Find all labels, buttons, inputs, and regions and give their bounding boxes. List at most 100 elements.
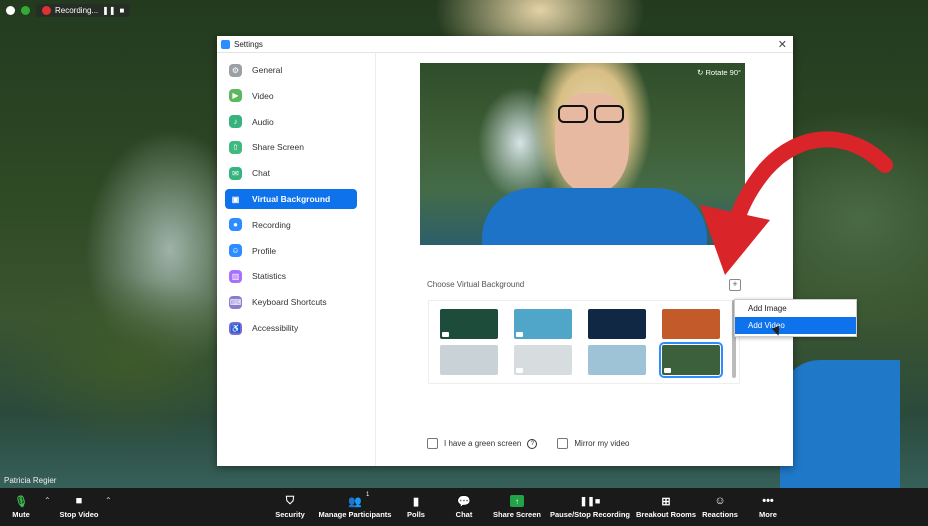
sidebar-item-label: Chat [252,168,270,179]
sidebar-item-audio[interactable]: ♪ Audio [225,112,357,132]
virtual-background-icon: ▣ [231,194,240,204]
sidebar-item-label: Share Screen [252,142,304,153]
mirror-video-checkbox[interactable] [557,438,569,449]
breakout-rooms-label: Breakout Rooms [636,510,697,519]
video-icon: ▶ [229,89,242,103]
microphone-icon: 🎙 [14,495,28,508]
keyboard-icon: ⌨ [229,295,242,309]
background-thumbnail-city-skyline[interactable] [588,345,646,375]
sidebar-item-label: Profile [252,245,277,256]
breakout-rooms-button[interactable]: ⊞ Breakout Rooms [636,488,696,526]
green-screen-label: I have a green screen [444,439,522,448]
participant-name: Patricia Regier [4,476,57,485]
manage-participants-label: Manage Participants [318,510,392,519]
background-thumbnail-beach[interactable] [514,309,572,339]
sidebar-item-keyboard-shortcuts[interactable]: ⌨ Keyboard Shortcuts [225,292,357,312]
help-icon[interactable]: ? [527,438,538,449]
pause-icon[interactable]: ❚❚ [102,6,115,15]
video-camera-icon [516,332,523,337]
recording-indicator: Recording... ❚❚ ■ [36,3,131,17]
polls-icon: ▮ [412,495,420,508]
red-arrow-annotation [700,131,893,275]
reactions-label: Reactions [702,510,738,519]
settings-titlebar: Settings [217,36,793,53]
stop-video-label: Stop Video [59,510,99,519]
sidebar-item-chat[interactable]: ✉ Chat [225,163,357,183]
stop-video-button[interactable]: ■ Stop Video [56,488,102,526]
reactions-button[interactable]: ☺ Reactions [700,488,740,526]
background-grid [428,300,740,384]
video-camera-icon: ■ [75,495,83,507]
more-dots-icon: ••• [762,495,774,507]
audio-options-caret[interactable]: ⌃ [44,496,51,505]
settings-title: Settings [234,39,263,49]
security-button[interactable]: ⛉ Security [270,488,310,526]
chat-icon: 💬 [457,495,471,508]
share-screen-label: Share Screen [493,510,541,519]
background-thumbnail-office-2[interactable] [514,345,572,375]
bottom-options: I have a green screen ? Mirror my video [427,438,630,449]
mute-button[interactable]: 🎙 Mute [6,488,36,526]
accessibility-icon: ♿ [229,321,242,335]
sidebar-item-label: Recording [252,219,291,230]
sidebar-item-share-screen[interactable]: ⇧ Share Screen [225,137,357,157]
sidebar-item-recording[interactable]: ● Recording [225,215,357,235]
video-camera-icon [442,332,449,337]
add-background-menu: Add Image Add Video [734,299,857,337]
sidebar-item-label: Keyboard Shortcuts [252,297,327,308]
preview-shirt [482,188,707,245]
headphones-icon: ♪ [229,115,242,129]
shield-icon[interactable] [21,5,30,15]
background-thumbnail-golden-gate[interactable] [662,309,720,339]
gear-icon: ⚙ [229,63,242,77]
mirror-video-label: Mirror my video [574,439,630,448]
pause-stop-recording-button[interactable]: ❚❚■ Pause/Stop Recording [548,488,632,526]
video-camera-icon [664,368,671,373]
settings-sidebar: ⚙ General ▶ Video ♪ Audio ⇧ Share Screen ✉ Chat ▣ V… [217,53,376,466]
security-label: Security [275,510,305,519]
shield-icon: ⛉ [285,494,295,507]
chat-label: Chat [455,510,473,519]
sidebar-item-video[interactable]: ▶ Video [225,86,357,106]
more-label: More [759,510,777,519]
sidebar-item-label: Virtual Background [252,194,331,204]
info-icon[interactable] [6,5,15,15]
sidebar-item-statistics[interactable]: ▥ Statistics [225,266,357,286]
share-screen-button[interactable]: ↑ Share Screen [492,488,542,526]
meeting-toolbar: 🎙 Mute ⌃ ■ Stop Video ⌃ ⛉ Security 👥 Man… [0,488,928,526]
sidebar-item-label: Video [252,90,274,101]
participant-shirt [780,360,900,488]
profile-icon: ☺ [229,244,242,258]
background-thumbnail-sunset-city[interactable] [588,309,646,339]
menu-add-video[interactable]: Add Video [735,317,856,334]
breakout-rooms-icon: ⊞ [661,495,671,508]
smiley-icon: ☺ [714,495,726,507]
close-button[interactable]: ✕ [778,38,787,51]
video-options-caret[interactable]: ⌃ [105,496,112,505]
background-thumbnail-office-1[interactable] [440,345,498,375]
record-dot-icon [42,5,51,15]
sidebar-item-accessibility[interactable]: ♿ Accessibility [225,318,357,338]
background-thumbnail-waterfall[interactable] [659,342,723,378]
sidebar-item-general[interactable]: ⚙ General [225,60,357,80]
pause-recording-label: Pause/Stop Recording [549,510,630,519]
polls-button[interactable]: ▮ Polls [400,488,432,526]
meeting-top-bar: Recording... ❚❚ ■ [0,0,131,20]
rotate-button[interactable]: ↻ Rotate 90° [697,68,741,77]
sidebar-item-profile[interactable]: ☺ Profile [225,241,357,261]
chat-button[interactable]: 💬 Chat [448,488,480,526]
background-thumbnail-aurora[interactable] [440,309,498,339]
choose-background-label: Choose Virtual Background [427,280,525,289]
share-screen-icon: ↑ [510,495,524,507]
sidebar-item-label: Accessibility [252,323,299,333]
sidebar-item-virtual-background[interactable]: ▣ Virtual Background [225,189,357,209]
stop-icon[interactable]: ■ [120,6,125,15]
manage-participants-button[interactable]: 👥 Manage Participants [316,488,394,526]
participant-count-badge: 1 [366,492,370,498]
green-screen-checkbox[interactable] [427,438,438,449]
share-screen-icon: ⇧ [229,140,242,154]
recording-label: Recording... [55,5,99,15]
menu-add-image[interactable]: Add Image [735,300,856,317]
polls-label: Polls [407,510,425,519]
more-button[interactable]: ••• More [752,488,784,526]
